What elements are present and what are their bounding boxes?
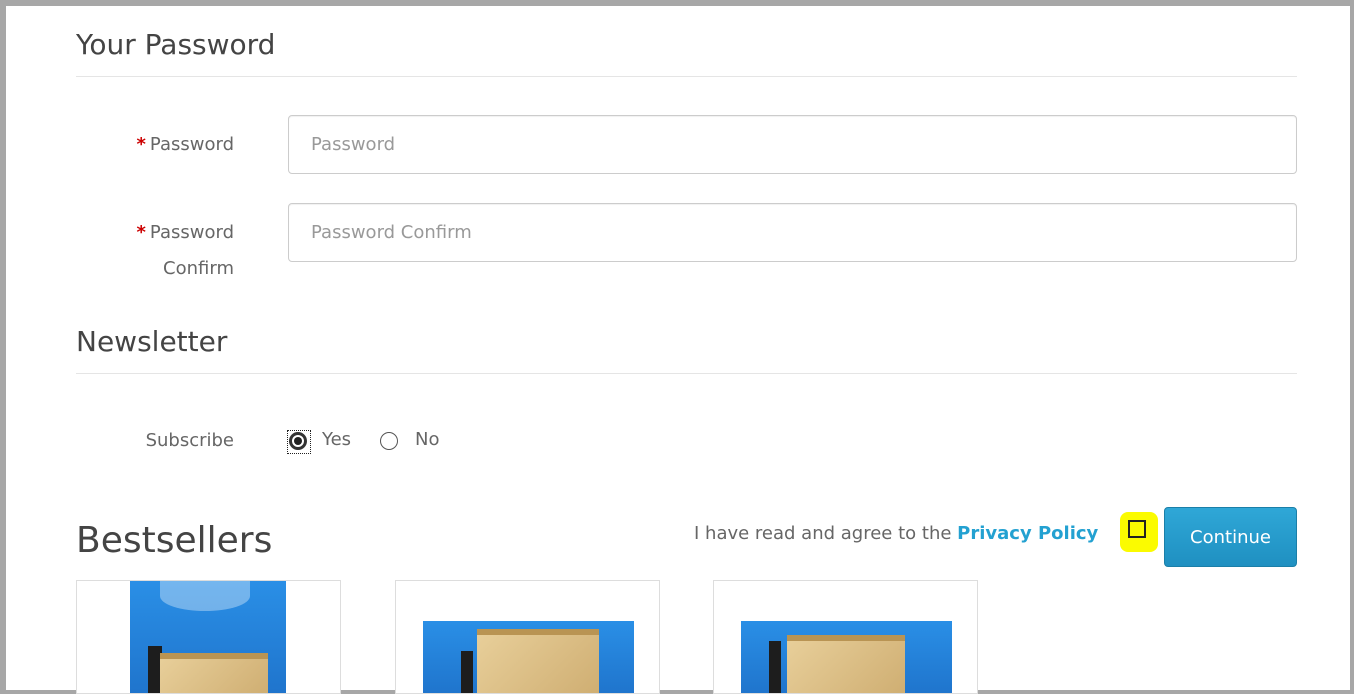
continue-button[interactable]: Continue (1164, 507, 1297, 567)
password-input[interactable] (288, 115, 1297, 174)
product-image-icon[interactable] (741, 621, 952, 693)
subscribe-no-radio[interactable] (380, 432, 398, 450)
password-confirm-label-line2: Confirm (163, 258, 234, 279)
agreement-text: I have read and agree to the (694, 523, 952, 544)
privacy-policy-link[interactable]: Privacy Policy (957, 523, 1098, 544)
subscribe-no-label[interactable]: No (415, 429, 439, 450)
subscribe-label: Subscribe (145, 430, 234, 451)
privacy-agree-checkbox[interactable] (1128, 520, 1146, 538)
product-card[interactable] (713, 580, 978, 694)
password-confirm-label: * Password Confirm (100, 215, 235, 287)
newsletter-section-divider (76, 373, 1297, 374)
required-mark: * (136, 134, 146, 155)
password-confirm-label-line1: Password (149, 222, 234, 243)
bestsellers-title: Bestsellers (76, 520, 273, 561)
password-section-divider (76, 76, 1297, 77)
password-label: * Password (100, 127, 235, 163)
privacy-agreement-text: I have read and agree to the Privacy Pol… (694, 523, 1098, 544)
product-card[interactable] (76, 580, 341, 694)
subscribe-yes-label[interactable]: Yes (322, 429, 351, 450)
newsletter-section-title: Newsletter (76, 325, 228, 358)
password-section-title: Your Password (76, 28, 276, 61)
product-card[interactable] (395, 580, 660, 694)
password-confirm-input[interactable] (288, 203, 1297, 262)
product-image-icon[interactable] (130, 581, 286, 693)
product-image-icon[interactable] (423, 621, 634, 693)
subscribe-yes-radio[interactable] (289, 432, 307, 450)
required-mark: * (136, 222, 146, 243)
password-label-text: Password (149, 134, 234, 155)
